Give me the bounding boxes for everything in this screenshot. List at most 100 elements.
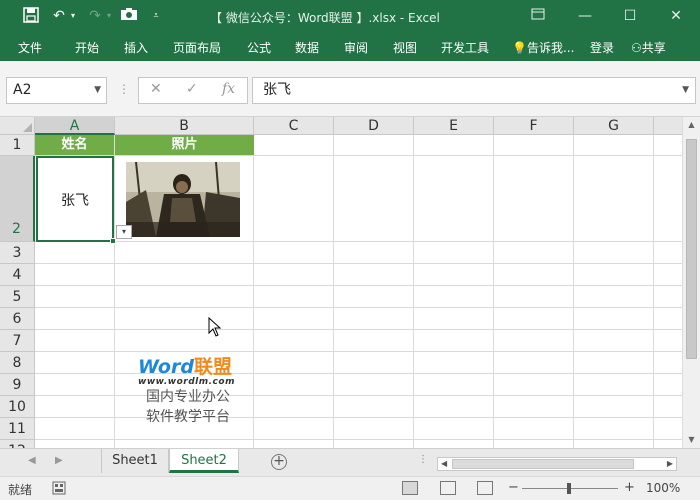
minimize-icon[interactable]: — xyxy=(573,6,597,26)
row-header-10[interactable]: 10 xyxy=(0,396,35,418)
horizontal-scrollbar[interactable]: ◀ ▶ xyxy=(437,457,677,471)
tab-split-handle[interactable]: ⋮ xyxy=(418,454,428,465)
row-header-2[interactable]: 2 xyxy=(0,156,35,242)
undo-dropdown-icon[interactable]: ▾ xyxy=(68,7,78,25)
redo-icon[interactable]: ↷ xyxy=(86,7,104,25)
zoom-out-icon[interactable]: − xyxy=(508,480,519,495)
cell-a1[interactable]: 姓名 xyxy=(35,135,114,155)
formula-input[interactable]: 张飞 ▼ xyxy=(252,77,696,104)
share-button[interactable]: ⚇共享 xyxy=(631,39,666,56)
tab-review[interactable]: 审阅 xyxy=(344,39,368,56)
column-header-d[interactable]: D xyxy=(334,117,414,135)
cell-a2-value: 张飞 xyxy=(61,193,89,209)
name-box-value: A2 xyxy=(13,82,32,98)
undo-icon[interactable]: ↶ xyxy=(50,7,68,25)
zoom-slider-knob[interactable] xyxy=(567,483,571,494)
tab-view[interactable]: 视图 xyxy=(393,39,417,56)
cell-a2-selected[interactable]: 张飞 xyxy=(36,156,114,242)
zoom-in-icon[interactable]: + xyxy=(624,480,635,495)
sheet-tab-bar: ◀ ▶ Sheet1 Sheet2 + ⋮ ◀ ▶ xyxy=(0,448,700,476)
login-link[interactable]: 登录 xyxy=(590,39,614,56)
expand-formula-bar-icon[interactable]: ▼ xyxy=(682,78,689,103)
status-bar: 就绪 − + 100% xyxy=(0,476,700,500)
enter-icon[interactable]: ✓ xyxy=(186,81,198,97)
tab-file[interactable]: 文件 xyxy=(18,39,42,56)
tab-data[interactable]: 数据 xyxy=(295,39,319,56)
row-header-4[interactable]: 4 xyxy=(0,264,35,286)
scroll-left-icon[interactable]: ◀ xyxy=(441,458,447,470)
column-header-c[interactable]: C xyxy=(254,117,334,135)
macro-record-icon[interactable] xyxy=(52,481,66,498)
name-box-dropdown-icon[interactable]: ▼ xyxy=(94,78,101,103)
column-header-h[interactable] xyxy=(654,117,682,135)
grid-line xyxy=(35,395,682,396)
portrait-photo[interactable] xyxy=(126,162,240,237)
tab-developer[interactable]: 开发工具 xyxy=(441,39,489,56)
page-break-view-icon[interactable] xyxy=(477,481,493,495)
page-layout-view-icon[interactable] xyxy=(440,481,456,495)
grid-line xyxy=(35,439,682,440)
redo-dropdown-icon[interactable]: ▾ xyxy=(104,7,114,25)
ribbon-display-icon[interactable] xyxy=(526,6,550,26)
sheet-tab-sheet2[interactable]: Sheet2 xyxy=(169,449,239,473)
grid-line xyxy=(35,263,682,264)
horizontal-scroll-thumb[interactable] xyxy=(452,459,634,469)
cancel-icon[interactable]: ✕ xyxy=(150,81,162,97)
add-sheet-icon[interactable]: + xyxy=(271,454,287,470)
grid-line xyxy=(413,135,414,448)
formula-bar-resize-handle[interactable]: ⋮ xyxy=(118,82,130,96)
close-icon[interactable]: ✕ xyxy=(664,6,688,26)
maximize-icon[interactable]: ☐ xyxy=(618,6,642,26)
normal-view-icon[interactable] xyxy=(402,481,418,495)
scroll-up-icon[interactable]: ▲ xyxy=(685,120,698,132)
tab-formulas[interactable]: 公式 xyxy=(247,39,271,56)
row-header-3[interactable]: 3 xyxy=(0,242,35,264)
column-header-e[interactable]: E xyxy=(414,117,494,135)
person-icon: ⚇ xyxy=(631,41,642,55)
insert-function-icon[interactable]: fx xyxy=(222,81,235,97)
paste-options-icon[interactable]: ▾ xyxy=(116,225,132,239)
select-all-button[interactable] xyxy=(0,117,35,135)
previous-sheet-icon[interactable]: ◀ xyxy=(28,455,36,466)
tab-home[interactable]: 开始 xyxy=(75,39,99,56)
zoom-level[interactable]: 100% xyxy=(646,481,680,495)
row-header-6[interactable]: 6 xyxy=(0,308,35,330)
column-header-a[interactable]: A xyxy=(35,117,115,135)
share-label: 共享 xyxy=(641,41,666,55)
grid-line xyxy=(35,307,682,308)
grid-line xyxy=(114,135,115,448)
name-box[interactable]: A2 ▼ xyxy=(6,77,107,104)
save-icon[interactable] xyxy=(22,7,40,25)
row-header-8[interactable]: 8 xyxy=(0,352,35,374)
worksheet-grid[interactable]: A B C D E F G 1 2 3 4 5 6 7 8 9 10 11 12… xyxy=(0,117,682,448)
tab-insert[interactable]: 插入 xyxy=(124,39,148,56)
ribbon-tabs: 文件 开始 插入 页面布局 公式 数据 审阅 视图 开发工具 💡告诉我... 登… xyxy=(0,33,700,61)
camera-icon[interactable] xyxy=(119,7,139,25)
grid-line xyxy=(493,135,494,448)
column-header-g[interactable]: G xyxy=(574,117,654,135)
sheet-tab-sheet1[interactable]: Sheet1 xyxy=(101,449,169,473)
column-header-f[interactable]: F xyxy=(494,117,574,135)
tab-page-layout[interactable]: 页面布局 xyxy=(173,39,221,56)
lightbulb-icon: 💡 xyxy=(512,41,527,55)
row-header-7[interactable]: 7 xyxy=(0,330,35,352)
cell-b1[interactable]: 照片 xyxy=(115,135,254,155)
grid-line xyxy=(35,155,682,156)
vertical-scrollbar[interactable]: ▲ ▼ xyxy=(682,117,700,448)
row-header-11[interactable]: 11 xyxy=(0,418,35,440)
row-header-12[interactable]: 12 xyxy=(0,440,35,448)
scroll-right-icon[interactable]: ▶ xyxy=(667,458,673,470)
scroll-down-icon[interactable]: ▼ xyxy=(685,435,698,447)
watermark-line2: 软件教学平台 xyxy=(146,409,230,425)
grid-line xyxy=(653,135,654,448)
column-header-b[interactable]: B xyxy=(115,117,254,135)
status-ready: 就绪 xyxy=(8,483,33,497)
grid-line xyxy=(35,241,682,242)
row-header-5[interactable]: 5 xyxy=(0,286,35,308)
vertical-scroll-thumb[interactable] xyxy=(686,139,697,359)
customize-quick-access-icon[interactable]: ⩡ xyxy=(150,7,162,25)
next-sheet-icon[interactable]: ▶ xyxy=(55,455,63,466)
row-header-9[interactable]: 9 xyxy=(0,374,35,396)
tell-me-box[interactable]: 💡告诉我... xyxy=(512,39,574,56)
row-header-1[interactable]: 1 xyxy=(0,135,35,156)
